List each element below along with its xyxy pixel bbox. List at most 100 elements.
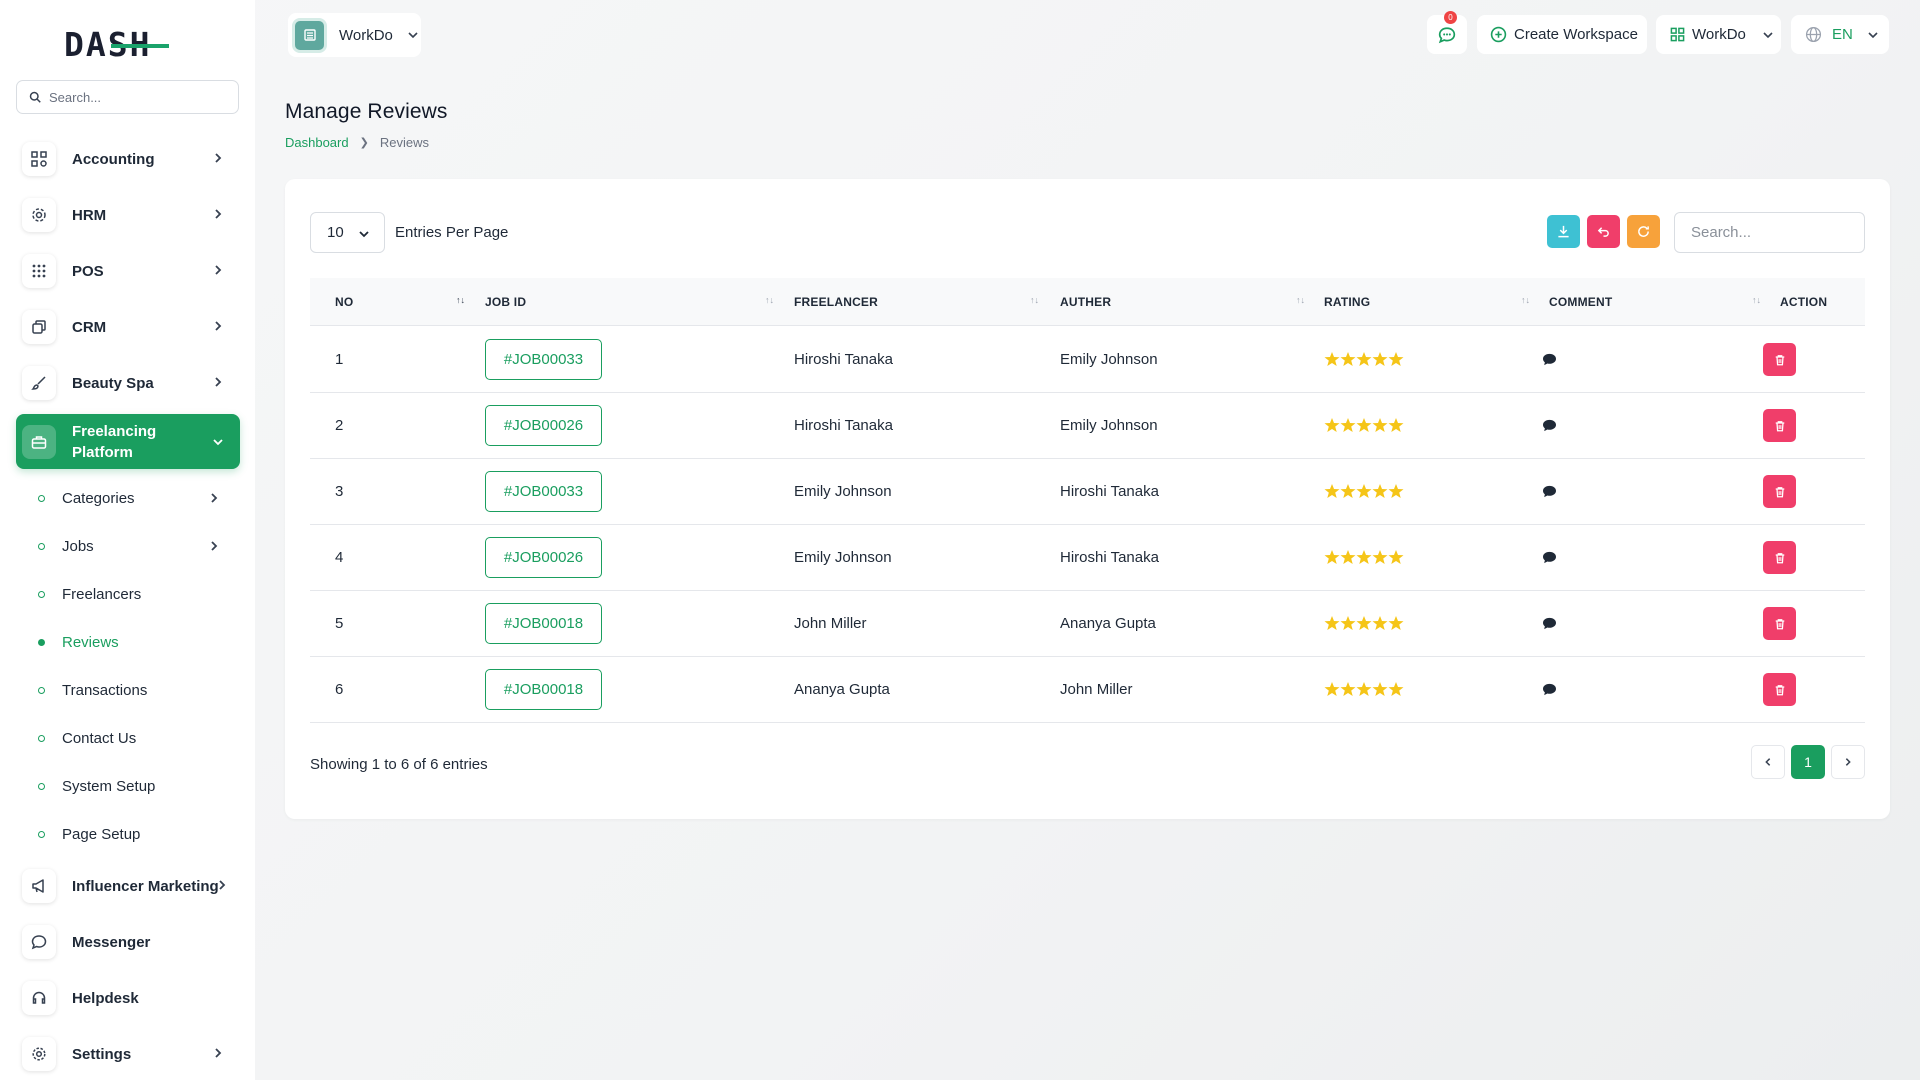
star-icon: [1340, 616, 1356, 630]
job-id-button[interactable]: #JOB00018: [485, 603, 602, 644]
logo-underline: [111, 44, 170, 48]
sort-icon[interactable]: ↑↓: [1752, 295, 1761, 305]
comment-icon[interactable]: [1542, 485, 1557, 498]
sort-icon[interactable]: ↑↓: [456, 295, 465, 305]
language-selector[interactable]: EN: [1791, 15, 1889, 54]
sidebar-subitem-jobs[interactable]: Jobs: [38, 532, 228, 560]
column-header-comment[interactable]: COMMENT: [1549, 295, 1612, 309]
briefcase-icon: [22, 424, 56, 459]
sidebar-item-label: Helpdesk: [72, 989, 139, 1007]
chevron-down-icon: [213, 439, 223, 446]
create-workspace-label: Create Workspace: [1514, 26, 1638, 43]
star-icon: [1324, 418, 1340, 432]
sidebar-item-beauty-spa[interactable]: Beauty Spa: [16, 360, 240, 406]
search-icon: [29, 91, 41, 103]
sidebar-subitem-system-setup[interactable]: System Setup: [38, 772, 228, 800]
star-icon: [1356, 484, 1372, 498]
chevron-left-icon: [1765, 758, 1771, 766]
sidebar-item-hrm[interactable]: HRM: [16, 192, 240, 238]
chevron-right-icon: [215, 1048, 222, 1058]
delete-button[interactable]: [1763, 541, 1796, 574]
apps-icon: [1670, 27, 1685, 42]
comment-icon[interactable]: [1542, 617, 1557, 630]
sort-icon[interactable]: ↑↓: [1296, 295, 1305, 305]
sidebar-item-label: Accounting: [72, 150, 155, 168]
language-label: EN: [1832, 26, 1853, 43]
sidebar-subitem-categories[interactable]: Categories: [38, 484, 228, 512]
star-icon: [1356, 418, 1372, 432]
column-header-author[interactable]: AUTHER: [1060, 295, 1111, 309]
rating-stars: [1324, 681, 1404, 697]
sidebar-item-helpdesk[interactable]: Helpdesk: [16, 975, 240, 1021]
delete-button[interactable]: [1763, 607, 1796, 640]
notification-count-badge: 0: [1444, 11, 1457, 24]
sort-icon[interactable]: ↑↓: [1521, 295, 1530, 305]
sidebar-item-messenger[interactable]: Messenger: [16, 919, 240, 965]
pagination-next-button[interactable]: [1831, 745, 1865, 779]
sidebar-item-accounting[interactable]: Accounting: [16, 136, 240, 182]
sort-icon[interactable]: ↑↓: [765, 295, 774, 305]
cell-author: Emily Johnson: [1060, 351, 1158, 368]
sidebar-item-crm[interactable]: CRM: [16, 304, 240, 350]
chevron-right-icon: [215, 321, 222, 331]
hrm-icon: [22, 198, 56, 232]
entries-per-page-select[interactable]: 10: [310, 212, 385, 253]
pagination-prev-button[interactable]: [1751, 745, 1785, 779]
star-icon: [1324, 550, 1340, 564]
delete-button[interactable]: [1763, 343, 1796, 376]
sidebar-search-input[interactable]: Search...: [16, 80, 239, 114]
comment-icon[interactable]: [1542, 683, 1557, 696]
job-id-button[interactable]: #JOB00026: [485, 405, 602, 446]
job-id-button[interactable]: #JOB00018: [485, 669, 602, 710]
star-icon: [1324, 682, 1340, 696]
create-workspace-button[interactable]: Create Workspace: [1477, 15, 1647, 54]
dash-logo[interactable]: DASH: [64, 25, 170, 64]
sort-icon[interactable]: ↑↓: [1030, 295, 1039, 305]
sidebar-subitem-transactions[interactable]: Transactions: [38, 676, 228, 704]
sidebar-subitem-page-setup[interactable]: Page Setup: [38, 820, 228, 848]
chevron-right-icon: [211, 541, 218, 551]
breadcrumb-separator-icon: ❯: [359, 137, 369, 149]
breadcrumb-dashboard-link[interactable]: Dashboard: [285, 135, 349, 150]
sidebar-item-settings[interactable]: Settings: [16, 1031, 240, 1077]
sidebar-item-pos[interactable]: POS: [16, 248, 240, 294]
cell-author: Emily Johnson: [1060, 417, 1158, 434]
sidebar-subitem-contact-us[interactable]: Contact Us: [38, 724, 228, 752]
reset-button[interactable]: [1587, 215, 1620, 248]
comment-icon[interactable]: [1542, 419, 1557, 432]
trash-icon: [1775, 684, 1784, 695]
table-search-input[interactable]: [1674, 212, 1865, 253]
sidebar-item-label: Freelancing Platform: [72, 422, 157, 461]
workspace-switcher[interactable]: WorkDo: [288, 13, 421, 57]
comment-icon[interactable]: [1542, 353, 1557, 366]
delete-button[interactable]: [1763, 673, 1796, 706]
job-id-button[interactable]: #JOB00026: [485, 537, 602, 578]
job-id-button[interactable]: #JOB00033: [485, 339, 602, 380]
sidebar-item-freelancing-platform[interactable]: Freelancing Platform: [16, 414, 240, 469]
comment-icon[interactable]: [1542, 551, 1557, 564]
delete-button[interactable]: [1763, 409, 1796, 442]
pagination-summary: Showing 1 to 6 of 6 entries: [310, 756, 488, 773]
column-header-job-id[interactable]: JOB ID: [485, 295, 526, 309]
cell-no: 3: [335, 483, 344, 500]
sidebar-item-influencer-marketing[interactable]: Influencer Marketing: [16, 863, 240, 909]
sidebar-item-label: Messenger: [72, 933, 151, 951]
download-button[interactable]: [1547, 215, 1580, 248]
star-icon: [1388, 418, 1404, 432]
delete-button[interactable]: [1763, 475, 1796, 508]
notifications-button[interactable]: 0: [1427, 11, 1467, 54]
sidebar-subitem-reviews[interactable]: Reviews: [38, 628, 228, 656]
star-icon: [1372, 682, 1388, 696]
column-header-no[interactable]: NO: [335, 295, 353, 309]
column-header-freelancer[interactable]: FREELANCER: [794, 295, 878, 309]
sidebar-subitem-freelancers[interactable]: Freelancers: [38, 580, 228, 608]
job-id-button[interactable]: #JOB00033: [485, 471, 602, 512]
column-header-rating[interactable]: RATING: [1324, 295, 1370, 309]
workspace-menu-button[interactable]: WorkDo: [1656, 15, 1781, 54]
pagination-page-button[interactable]: 1: [1791, 745, 1825, 779]
refresh-button[interactable]: [1627, 215, 1660, 248]
globe-icon: [1805, 26, 1822, 43]
cell-author: Hiroshi Tanaka: [1060, 483, 1159, 500]
sidebar-search-placeholder: Search...: [49, 89, 102, 105]
bullet-icon: [38, 638, 45, 646]
